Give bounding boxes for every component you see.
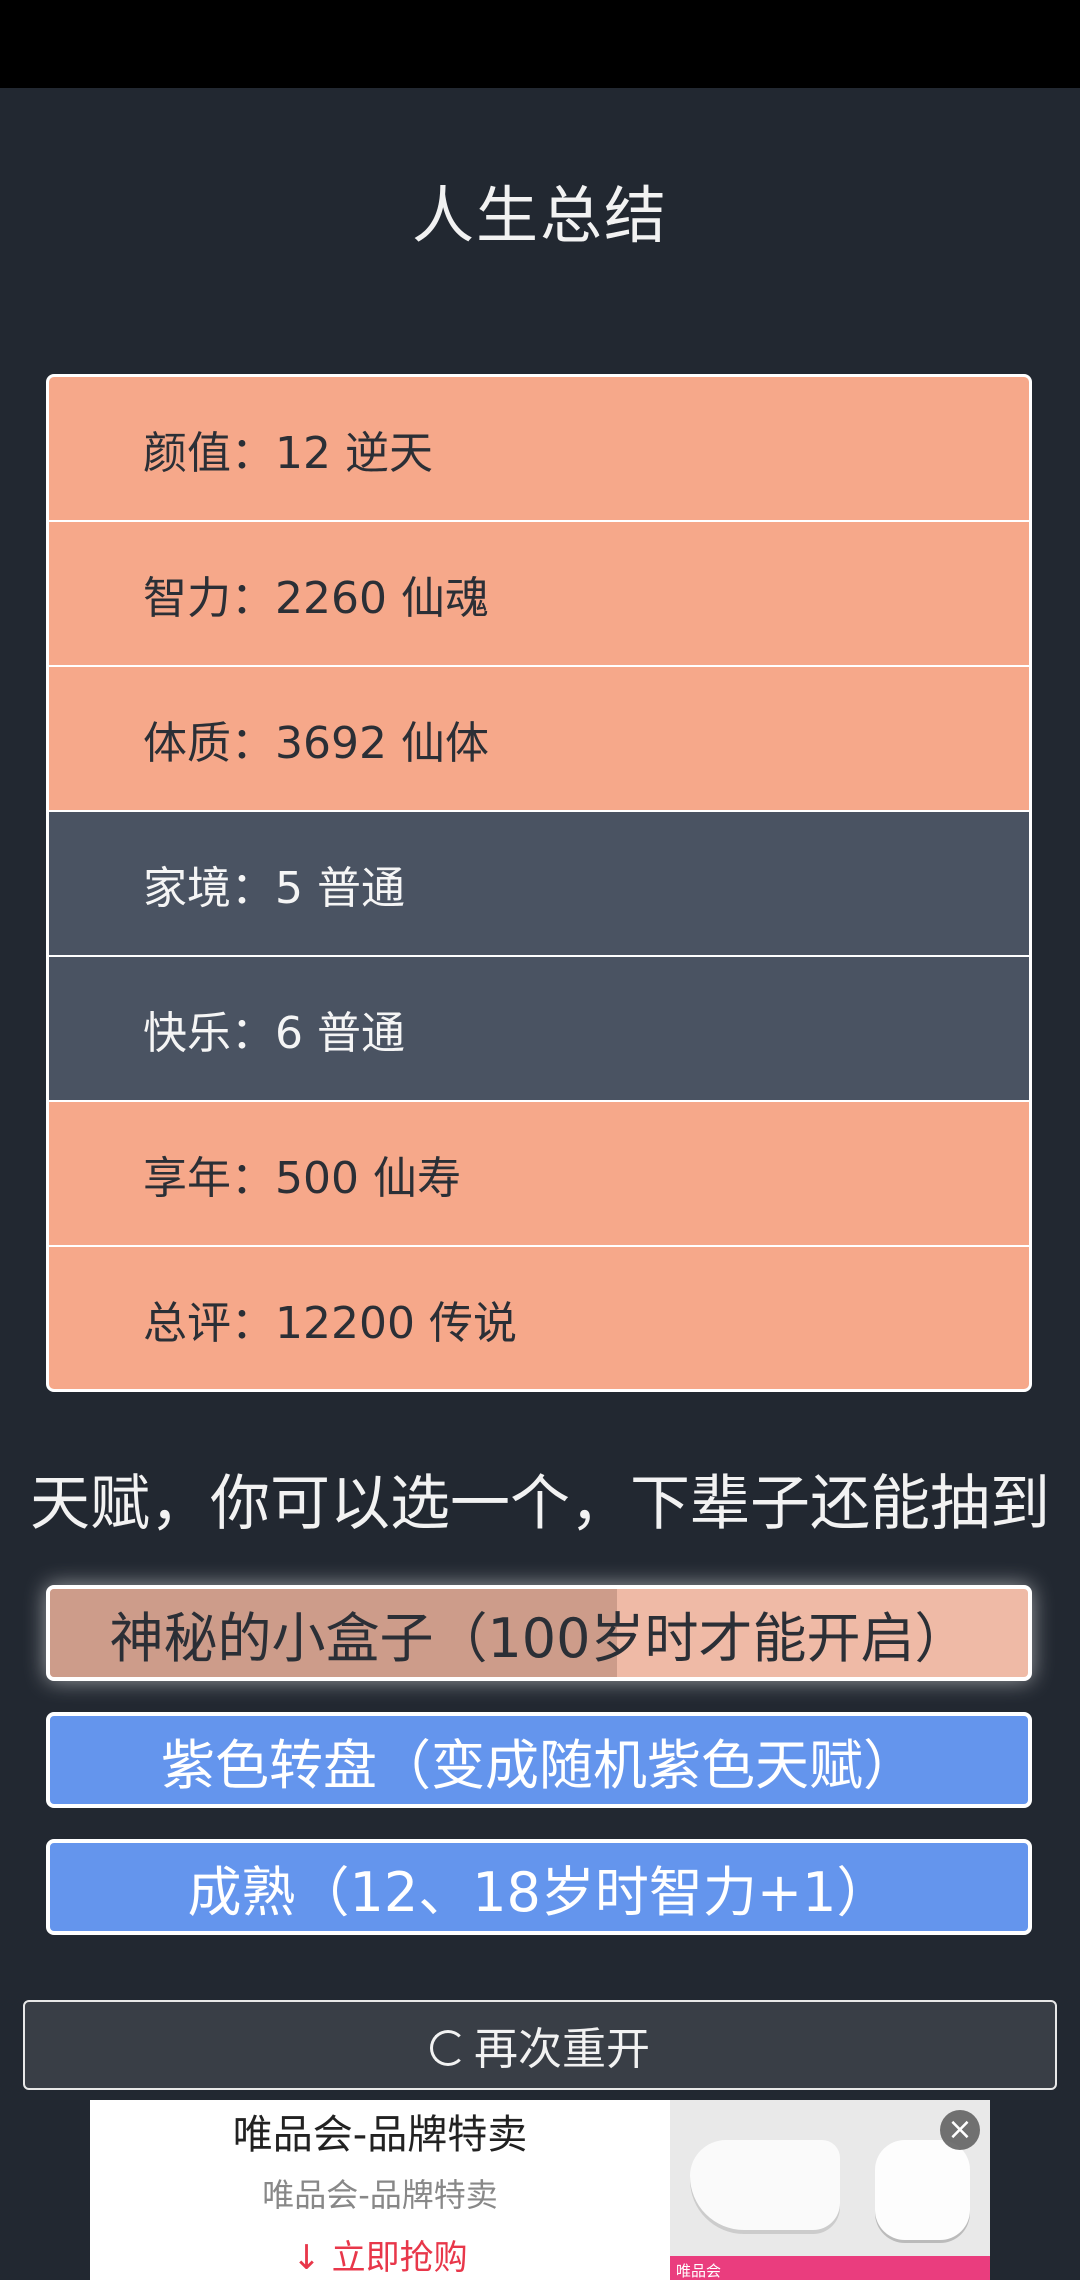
talent-label: 成熟（12、18岁时智力+1） (187, 1860, 891, 1924)
refresh-icon (430, 2030, 466, 2066)
summary-row-appearance: 颜值：12 逆天 (49, 377, 1029, 520)
talent-option-mystery-box[interactable]: 神秘的小盒子（100岁时才能开启） (46, 1585, 1032, 1681)
ad-subtitle: 唯品会-品牌特卖 (262, 2176, 498, 2214)
page-title: 人生总结 (411, 179, 668, 252)
close-icon[interactable]: × (940, 2110, 980, 2150)
talent-hint: 天赋，你可以选一个，下辈子还能抽到 (0, 1455, 1080, 1535)
talent-option-purple-wheel[interactable]: 紫色转盘（变成随机紫色天赋） (46, 1712, 1032, 1808)
summary-row-overall: 总评：12200 传说 (49, 1247, 1029, 1389)
status-bar (0, 0, 1080, 88)
sneaker-image (690, 2140, 840, 2230)
summary-row-constitution: 体质：3692 仙体 (49, 667, 1029, 810)
summary-row-intelligence: 智力：2260 仙魂 (49, 522, 1029, 665)
sneaker-image (875, 2140, 970, 2240)
ad-banner[interactable]: 唯品会-品牌特卖 唯品会-品牌特卖 ↓ 立即抢购 唯品会 × (90, 2100, 990, 2280)
ad-cta-label: 立即抢购 (331, 2238, 468, 2278)
restart-label: 再次重开 (474, 2024, 650, 2075)
life-summary-panel: 颜值：12 逆天 智力：2260 仙魂 体质：3692 仙体 家境：5 普通 快… (46, 374, 1032, 1392)
summary-row-happiness: 快乐：6 普通 (49, 957, 1029, 1100)
talent-label: 神秘的小盒子（100岁时才能开启） (109, 1606, 969, 1670)
ad-image-brand: 唯品会 (676, 2262, 722, 2280)
talent-label: 紫色转盘（变成随机紫色天赋） (161, 1733, 917, 1797)
talent-hint-text: 天赋，你可以选一个，下辈子还能抽到 (30, 1469, 1050, 1535)
ad-title: 唯品会-品牌特卖 (232, 2112, 528, 2158)
download-arrow-icon: ↓ (292, 2238, 321, 2278)
talent-option-mature[interactable]: 成熟（12、18岁时智力+1） (46, 1839, 1032, 1935)
ad-cta-button[interactable]: ↓ 立即抢购 (90, 2230, 670, 2279)
restart-button[interactable]: 再次重开 (23, 2000, 1057, 2090)
summary-row-lifespan: 享年：500 仙寿 (49, 1102, 1029, 1245)
summary-row-family: 家境：5 普通 (49, 812, 1029, 955)
